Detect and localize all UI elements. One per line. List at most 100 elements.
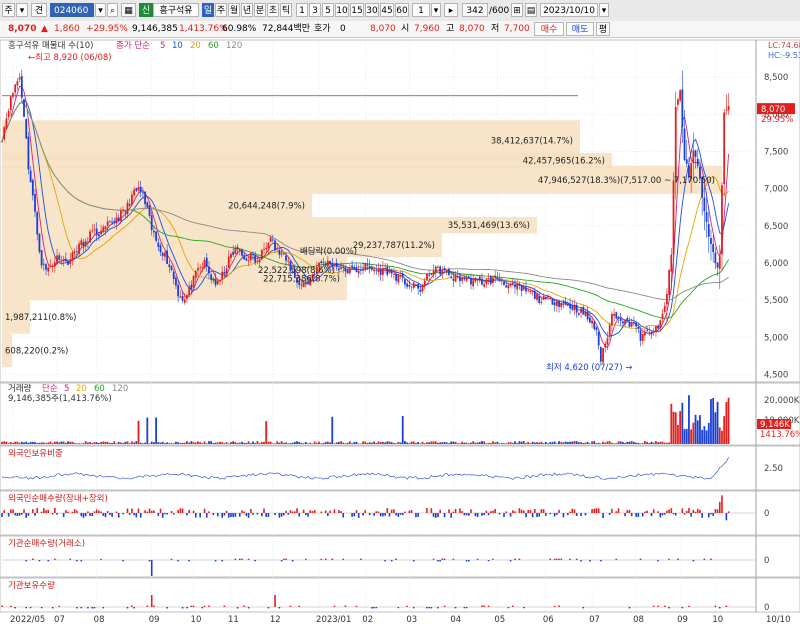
minute-button-45[interactable]: 45 — [380, 3, 394, 17]
net-buy-bar — [223, 605, 226, 607]
candle-body — [635, 322, 638, 327]
tab-minute[interactable]: 분 — [254, 3, 266, 17]
net-buy-bar — [390, 560, 393, 562]
net-buy-bar — [668, 558, 670, 560]
minute-button-3[interactable]: 3 — [309, 3, 321, 17]
net-buy-bar — [668, 607, 670, 609]
chart-mode-button[interactable]: 주 — [2, 3, 15, 17]
current-price: 8,070 — [8, 24, 37, 34]
candle-body — [652, 330, 655, 333]
candle-body — [472, 280, 475, 287]
net-buy-bar — [95, 509, 98, 513]
interval-apply-icon[interactable]: ▸ — [444, 3, 458, 17]
candle-body — [564, 301, 567, 305]
volume-bar — [190, 441, 193, 444]
candle-body — [14, 84, 17, 93]
buy-button[interactable]: 매수 — [534, 22, 564, 36]
net-buy-bar — [324, 558, 327, 560]
interval-input[interactable]: 1 — [412, 3, 430, 17]
net-buy-bar — [342, 513, 345, 518]
net-buy-bar — [327, 513, 329, 516]
candle-body — [117, 217, 120, 221]
sell-button[interactable]: 매도 — [566, 22, 594, 36]
date-input[interactable]: 2023/10/10 — [540, 3, 598, 17]
volume-bar — [175, 441, 177, 444]
candle-body — [661, 313, 664, 320]
volume-bar — [721, 430, 723, 444]
net-buy-bar — [483, 605, 485, 607]
date-dropdown-icon[interactable]: ▾ — [599, 3, 609, 17]
code-dropdown-icon[interactable]: ▾ — [95, 3, 106, 17]
candle-body — [487, 278, 490, 280]
search-icon[interactable]: ⌕ — [107, 3, 118, 17]
minute-button-5[interactable]: 5 — [322, 3, 334, 17]
bar-count-input[interactable]: 342 — [462, 3, 488, 17]
volume-bar — [42, 442, 45, 444]
candle-body — [549, 297, 552, 299]
candle-body — [190, 284, 193, 289]
tab-week[interactable]: 주 — [215, 3, 227, 17]
net-buy-bar — [283, 513, 285, 516]
volume-bar — [267, 441, 270, 444]
volume-bar — [318, 441, 320, 444]
candle-body — [666, 293, 668, 305]
tab-tick[interactable]: 틱 — [280, 3, 292, 17]
average-button[interactable]: 평 — [596, 22, 610, 36]
volume-bar — [481, 441, 483, 444]
magnify-icon[interactable]: ⊞ — [511, 3, 523, 17]
volume-bar — [340, 441, 342, 444]
volume-bar — [384, 442, 387, 444]
volume-bar — [203, 441, 206, 444]
tab-month[interactable]: 월 — [228, 3, 240, 17]
volume-bar — [285, 442, 287, 444]
net-buy-bar — [338, 510, 340, 513]
volume-bar — [91, 442, 94, 444]
net-buy-bar — [718, 607, 721, 609]
tab-day[interactable]: 일 — [202, 3, 214, 17]
net-buy-bar — [331, 558, 334, 560]
volume-bar — [727, 397, 730, 444]
volume-bar — [377, 441, 380, 444]
net-buy-bar — [415, 513, 417, 518]
calendar-icon[interactable]: ▤ — [525, 3, 537, 17]
view-toggle-button[interactable]: 견 — [31, 3, 47, 17]
candle-body — [668, 270, 671, 295]
minute-button-1[interactable]: 1 — [296, 3, 308, 17]
net-buy-bar — [351, 513, 353, 517]
candle-body — [265, 247, 268, 250]
volume-bar — [102, 441, 105, 444]
candle-body — [38, 233, 41, 252]
minute-button-30[interactable]: 30 — [365, 3, 379, 17]
candle-body — [53, 262, 56, 267]
net-buy-bar — [646, 510, 648, 513]
tab-second[interactable]: 초 — [267, 3, 279, 17]
stock-chart[interactable]: 4,5005,0005,5006,0006,5007,0007,5008,000… — [0, 37, 800, 629]
volume-bar — [547, 443, 549, 444]
volume-bar — [558, 441, 560, 444]
net-buy-bar — [430, 508, 433, 513]
interval-spinner-icon[interactable]: ▾ — [431, 3, 441, 17]
net-buy-bar — [663, 513, 666, 515]
net-buy-bar — [542, 509, 545, 513]
candle-body — [659, 320, 662, 328]
volume-bar — [456, 443, 459, 444]
candle-body — [260, 249, 263, 260]
minute-button-15[interactable]: 15 — [350, 3, 364, 17]
volume-bar — [663, 442, 666, 444]
chart-grid-icon[interactable]: ▦ — [121, 3, 136, 17]
volume-bar — [7, 443, 10, 444]
candle-body — [179, 296, 182, 298]
tab-year[interactable]: 년 — [241, 3, 253, 17]
volume-bar — [3, 441, 6, 444]
candle-body — [51, 265, 54, 267]
volume-bar — [221, 442, 224, 444]
volume-bar — [551, 442, 554, 444]
stock-code-input[interactable]: 024060 — [50, 3, 94, 17]
candle-body — [657, 325, 660, 329]
chart-arrow-dropdown[interactable]: ▾ — [16, 3, 28, 17]
minute-button-60[interactable]: 60 — [395, 3, 409, 17]
minute-button-10[interactable]: 10 — [335, 3, 349, 17]
candle-body — [615, 312, 618, 319]
volume-bar — [379, 442, 382, 444]
volume-bar — [668, 442, 671, 444]
